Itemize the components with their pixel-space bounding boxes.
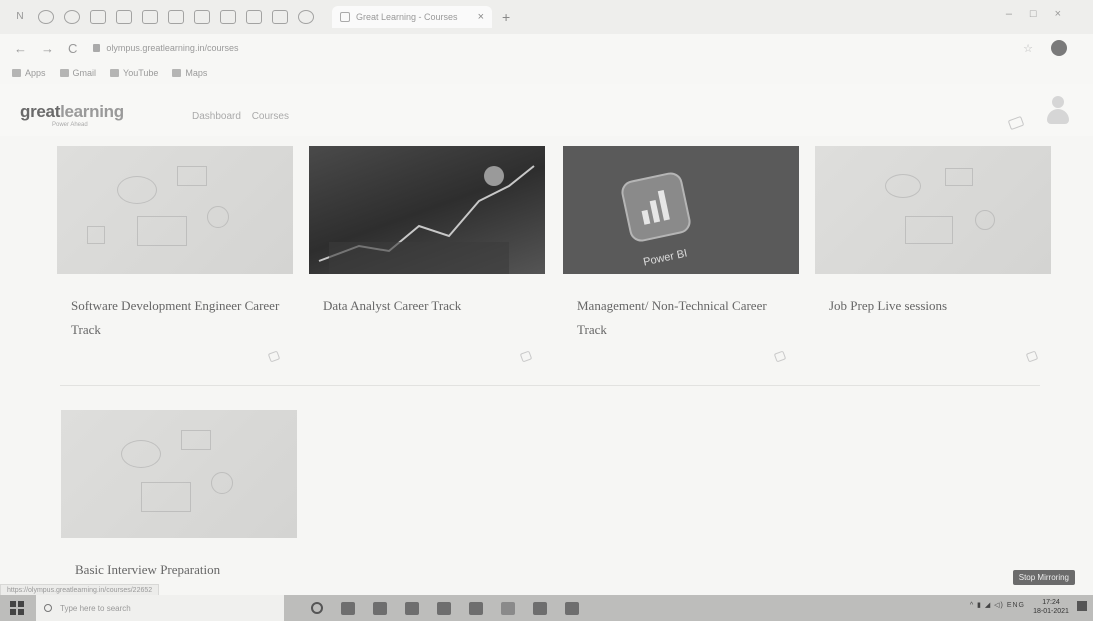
- pinned-tab-icon[interactable]: [116, 10, 132, 24]
- taskbar-search[interactable]: Type here to search: [36, 595, 284, 621]
- course-card[interactable]: Power BI Management/ Non-Technical Caree…: [563, 146, 807, 363]
- course-title[interactable]: Software Development Engineer Career Tra…: [57, 294, 287, 342]
- back-arrow-icon[interactable]: ←: [14, 41, 27, 56]
- course-card[interactable]: Job Prep Live sessions: [815, 146, 1059, 363]
- course-thumbnail[interactable]: [309, 146, 545, 274]
- app-header: greatlearning Power Ahead Dashboard Cour…: [0, 84, 1093, 136]
- announcement-icon[interactable]: [773, 350, 787, 363]
- store-icon[interactable]: [405, 601, 419, 615]
- announcement-icon[interactable]: [1007, 115, 1025, 131]
- course-title[interactable]: Management/ Non-Technical Career Track: [563, 294, 793, 342]
- bookmark-apps[interactable]: Apps: [12, 68, 46, 78]
- pinned-tab-icon[interactable]: [220, 10, 236, 24]
- course-title[interactable]: Data Analyst Career Track: [309, 294, 539, 318]
- extension-n-icon[interactable]: N: [12, 10, 28, 24]
- extension-icon[interactable]: [64, 10, 80, 24]
- cortana-icon[interactable]: [311, 601, 323, 614]
- logo-tagline: Power Ahead: [52, 122, 88, 128]
- pinned-tab-icon[interactable]: [194, 10, 210, 24]
- greatlearning-logo[interactable]: greatlearning: [20, 102, 124, 122]
- taskbar-clock[interactable]: 17:24 18-01-2021: [1031, 598, 1071, 616]
- profile-icon[interactable]: [1051, 40, 1067, 56]
- chrome-icon[interactable]: [501, 601, 515, 615]
- bookmark-youtube[interactable]: YouTube: [110, 68, 158, 78]
- nav-dashboard[interactable]: Dashboard: [192, 111, 241, 122]
- user-avatar[interactable]: [1045, 96, 1071, 126]
- lock-icon: [93, 44, 101, 52]
- browser-tab-bar: N Great Learning - Courses × + –□×: [0, 0, 1093, 34]
- windows-start-icon[interactable]: [10, 601, 24, 615]
- course-thumbnail[interactable]: Power BI: [563, 146, 799, 274]
- pinned-tab-icon[interactable]: [90, 10, 106, 24]
- youtube-icon: [110, 69, 120, 77]
- app-icon[interactable]: [565, 601, 579, 615]
- notifications-icon[interactable]: [1077, 601, 1087, 611]
- url-field[interactable]: olympus.greatlearning.in/courses: [93, 43, 238, 53]
- course-card[interactable]: Basic Interview Preparation: [61, 410, 305, 582]
- course-title[interactable]: Job Prep Live sessions: [815, 294, 1045, 318]
- bookmark-gmail[interactable]: Gmail: [59, 68, 96, 78]
- course-thumbnail[interactable]: [61, 410, 297, 538]
- course-thumbnail[interactable]: [57, 146, 293, 274]
- bookmark-star-icon[interactable]: ☆: [1023, 42, 1033, 55]
- extension-icon[interactable]: [38, 10, 54, 24]
- new-tab-button[interactable]: +: [502, 9, 510, 25]
- course-thumbnail[interactable]: [815, 146, 1051, 274]
- tab-close-icon[interactable]: ×: [478, 11, 484, 23]
- search-icon: [44, 604, 52, 612]
- course-title[interactable]: Basic Interview Preparation: [61, 558, 291, 582]
- announcement-icon[interactable]: [1025, 350, 1039, 363]
- power-bi-icon: [619, 170, 693, 244]
- power-bi-label: Power BI: [642, 247, 689, 269]
- system-tray[interactable]: ^ ▮ ◢ ◁) ENG: [970, 601, 1025, 609]
- pinned-tab-icon[interactable]: [168, 10, 184, 24]
- gmail-icon: [59, 69, 69, 77]
- pinned-tab-icon[interactable]: [272, 10, 288, 24]
- pinned-tab-icon[interactable]: [246, 10, 262, 24]
- course-card[interactable]: Software Development Engineer Career Tra…: [57, 146, 301, 363]
- apps-icon: [12, 69, 21, 77]
- tab-favicon-icon: [340, 12, 350, 22]
- nav-courses[interactable]: Courses: [252, 111, 289, 122]
- announcement-icon[interactable]: [267, 350, 281, 363]
- calculator-icon[interactable]: [533, 601, 547, 615]
- maps-icon: [172, 69, 182, 77]
- forward-arrow-icon[interactable]: →: [41, 41, 54, 56]
- photos-icon[interactable]: [469, 601, 483, 615]
- pinned-tab-icon[interactable]: [142, 10, 158, 24]
- announcement-icon[interactable]: [519, 350, 533, 363]
- top-nav: Dashboard Courses: [192, 111, 297, 122]
- reload-icon[interactable]: C: [68, 41, 77, 56]
- row-divider: [60, 385, 1040, 386]
- bookmark-maps[interactable]: Maps: [172, 68, 207, 78]
- active-tab[interactable]: Great Learning - Courses ×: [332, 6, 492, 28]
- address-bar: ← → C olympus.greatlearning.in/courses: [0, 34, 1093, 62]
- stop-mirroring-button[interactable]: Stop Mirroring: [1012, 570, 1075, 585]
- tab-title: Great Learning - Courses: [356, 12, 458, 22]
- course-card[interactable]: Data Analyst Career Track: [309, 146, 553, 363]
- pinned-tab-icon[interactable]: [298, 10, 314, 24]
- bookmarks-bar: Apps Gmail YouTube Maps: [0, 62, 1093, 84]
- task-view-icon[interactable]: [341, 601, 355, 615]
- mail-icon[interactable]: [437, 601, 451, 615]
- edge-icon[interactable]: [373, 601, 387, 615]
- windows-taskbar: Type here to search: [0, 595, 1093, 621]
- trend-chart-graphic: [318, 165, 535, 274]
- window-controls[interactable]: –□×: [1006, 8, 1079, 20]
- screen: N Great Learning - Courses × + –□× ← → C…: [0, 0, 1093, 621]
